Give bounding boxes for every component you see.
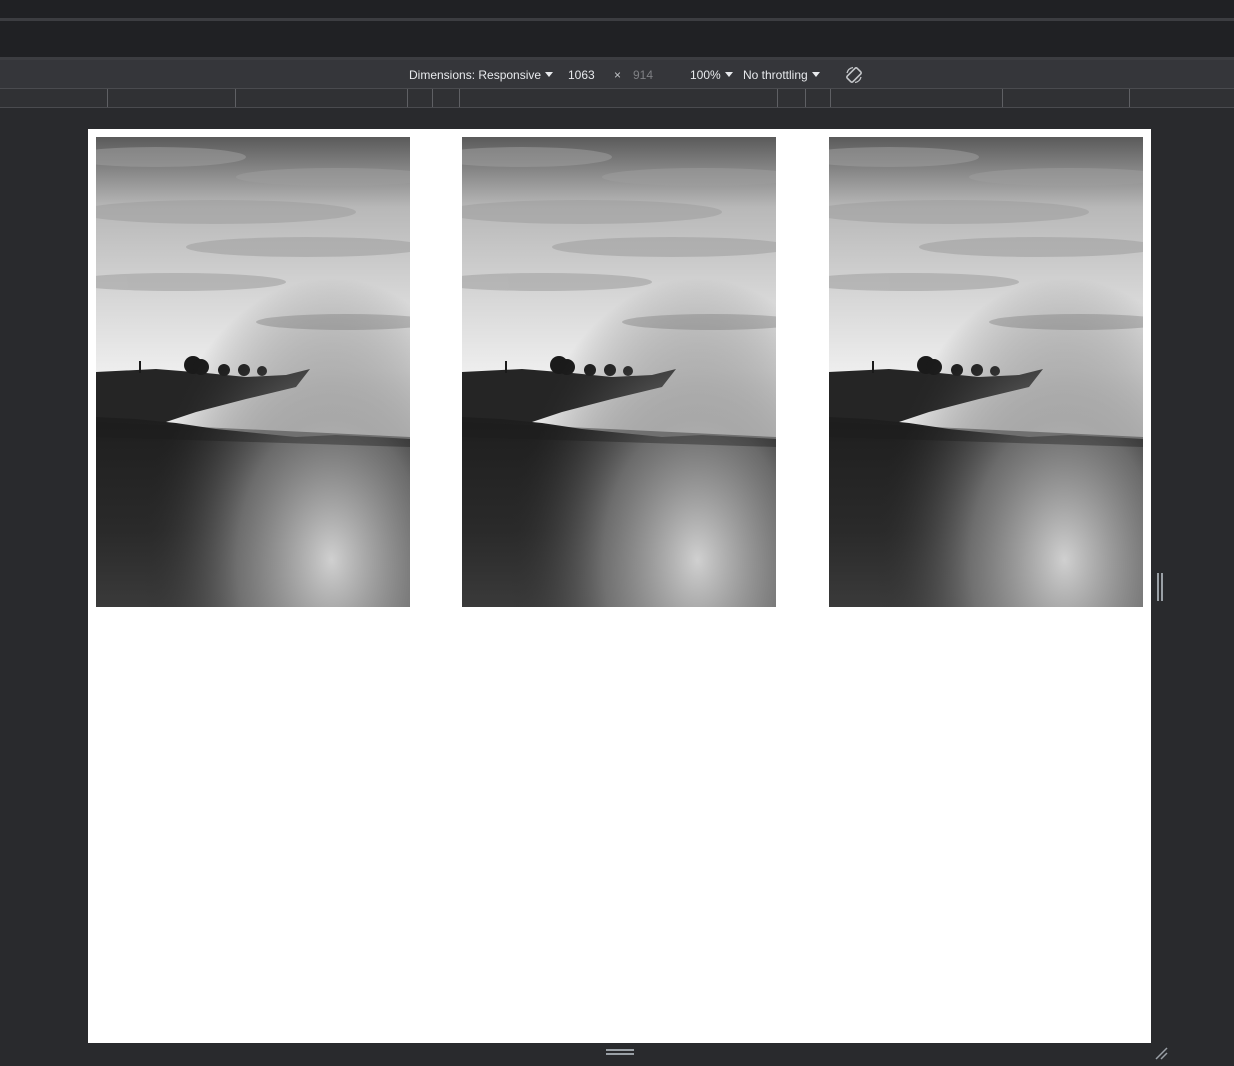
- resize-corner-icon: [1155, 1047, 1168, 1060]
- ruler-tick: [235, 89, 236, 107]
- chevron-down-icon: [724, 72, 733, 77]
- browser-top-bar: [0, 0, 1234, 18]
- landscape-image: [462, 137, 776, 607]
- ruler-tick: [1002, 89, 1003, 107]
- ruler-tick: [459, 89, 460, 107]
- ruler-tick: [107, 89, 108, 107]
- dimension-separator: ×: [614, 68, 622, 82]
- width-input[interactable]: 1063: [568, 68, 595, 82]
- landscape-photo-2: [462, 137, 776, 607]
- landscape-photo-3: [829, 137, 1143, 607]
- dimensions-dropdown[interactable]: Dimensions: Responsive: [409, 68, 554, 82]
- ruler-tick: [432, 89, 433, 107]
- ruler-tick: [805, 89, 806, 107]
- chevron-down-icon: [811, 72, 820, 77]
- rotate-icon: [846, 66, 862, 84]
- throttling-dropdown[interactable]: No throttling: [743, 68, 820, 82]
- dimensions-label: Dimensions: Responsive: [409, 68, 542, 82]
- resize-handle-right[interactable]: [1157, 573, 1163, 601]
- responsive-viewport[interactable]: [88, 129, 1151, 1043]
- ruler-tick: [1129, 89, 1130, 107]
- landscape-image: [829, 137, 1143, 607]
- device-toolbar: Dimensions: Responsive 1063 × 914 100% N…: [0, 60, 1234, 89]
- height-input[interactable]: 914: [633, 68, 653, 82]
- ruler-tick: [777, 89, 778, 107]
- chevron-down-icon: [545, 72, 554, 77]
- resize-handle-bottom[interactable]: [606, 1049, 634, 1057]
- landscape-image: [96, 137, 410, 607]
- landscape-photo-1: [96, 137, 410, 607]
- rotate-button[interactable]: [844, 65, 864, 85]
- media-query-ruler[interactable]: [0, 89, 1234, 108]
- resize-handle-corner[interactable]: [1153, 1045, 1169, 1061]
- ruler-tick: [830, 89, 831, 107]
- ruler-tick: [407, 89, 408, 107]
- zoom-dropdown[interactable]: 100%: [690, 68, 733, 82]
- zoom-label: 100%: [690, 68, 721, 82]
- throttling-label: No throttling: [743, 68, 808, 82]
- browser-secondary-bar: [0, 21, 1234, 58]
